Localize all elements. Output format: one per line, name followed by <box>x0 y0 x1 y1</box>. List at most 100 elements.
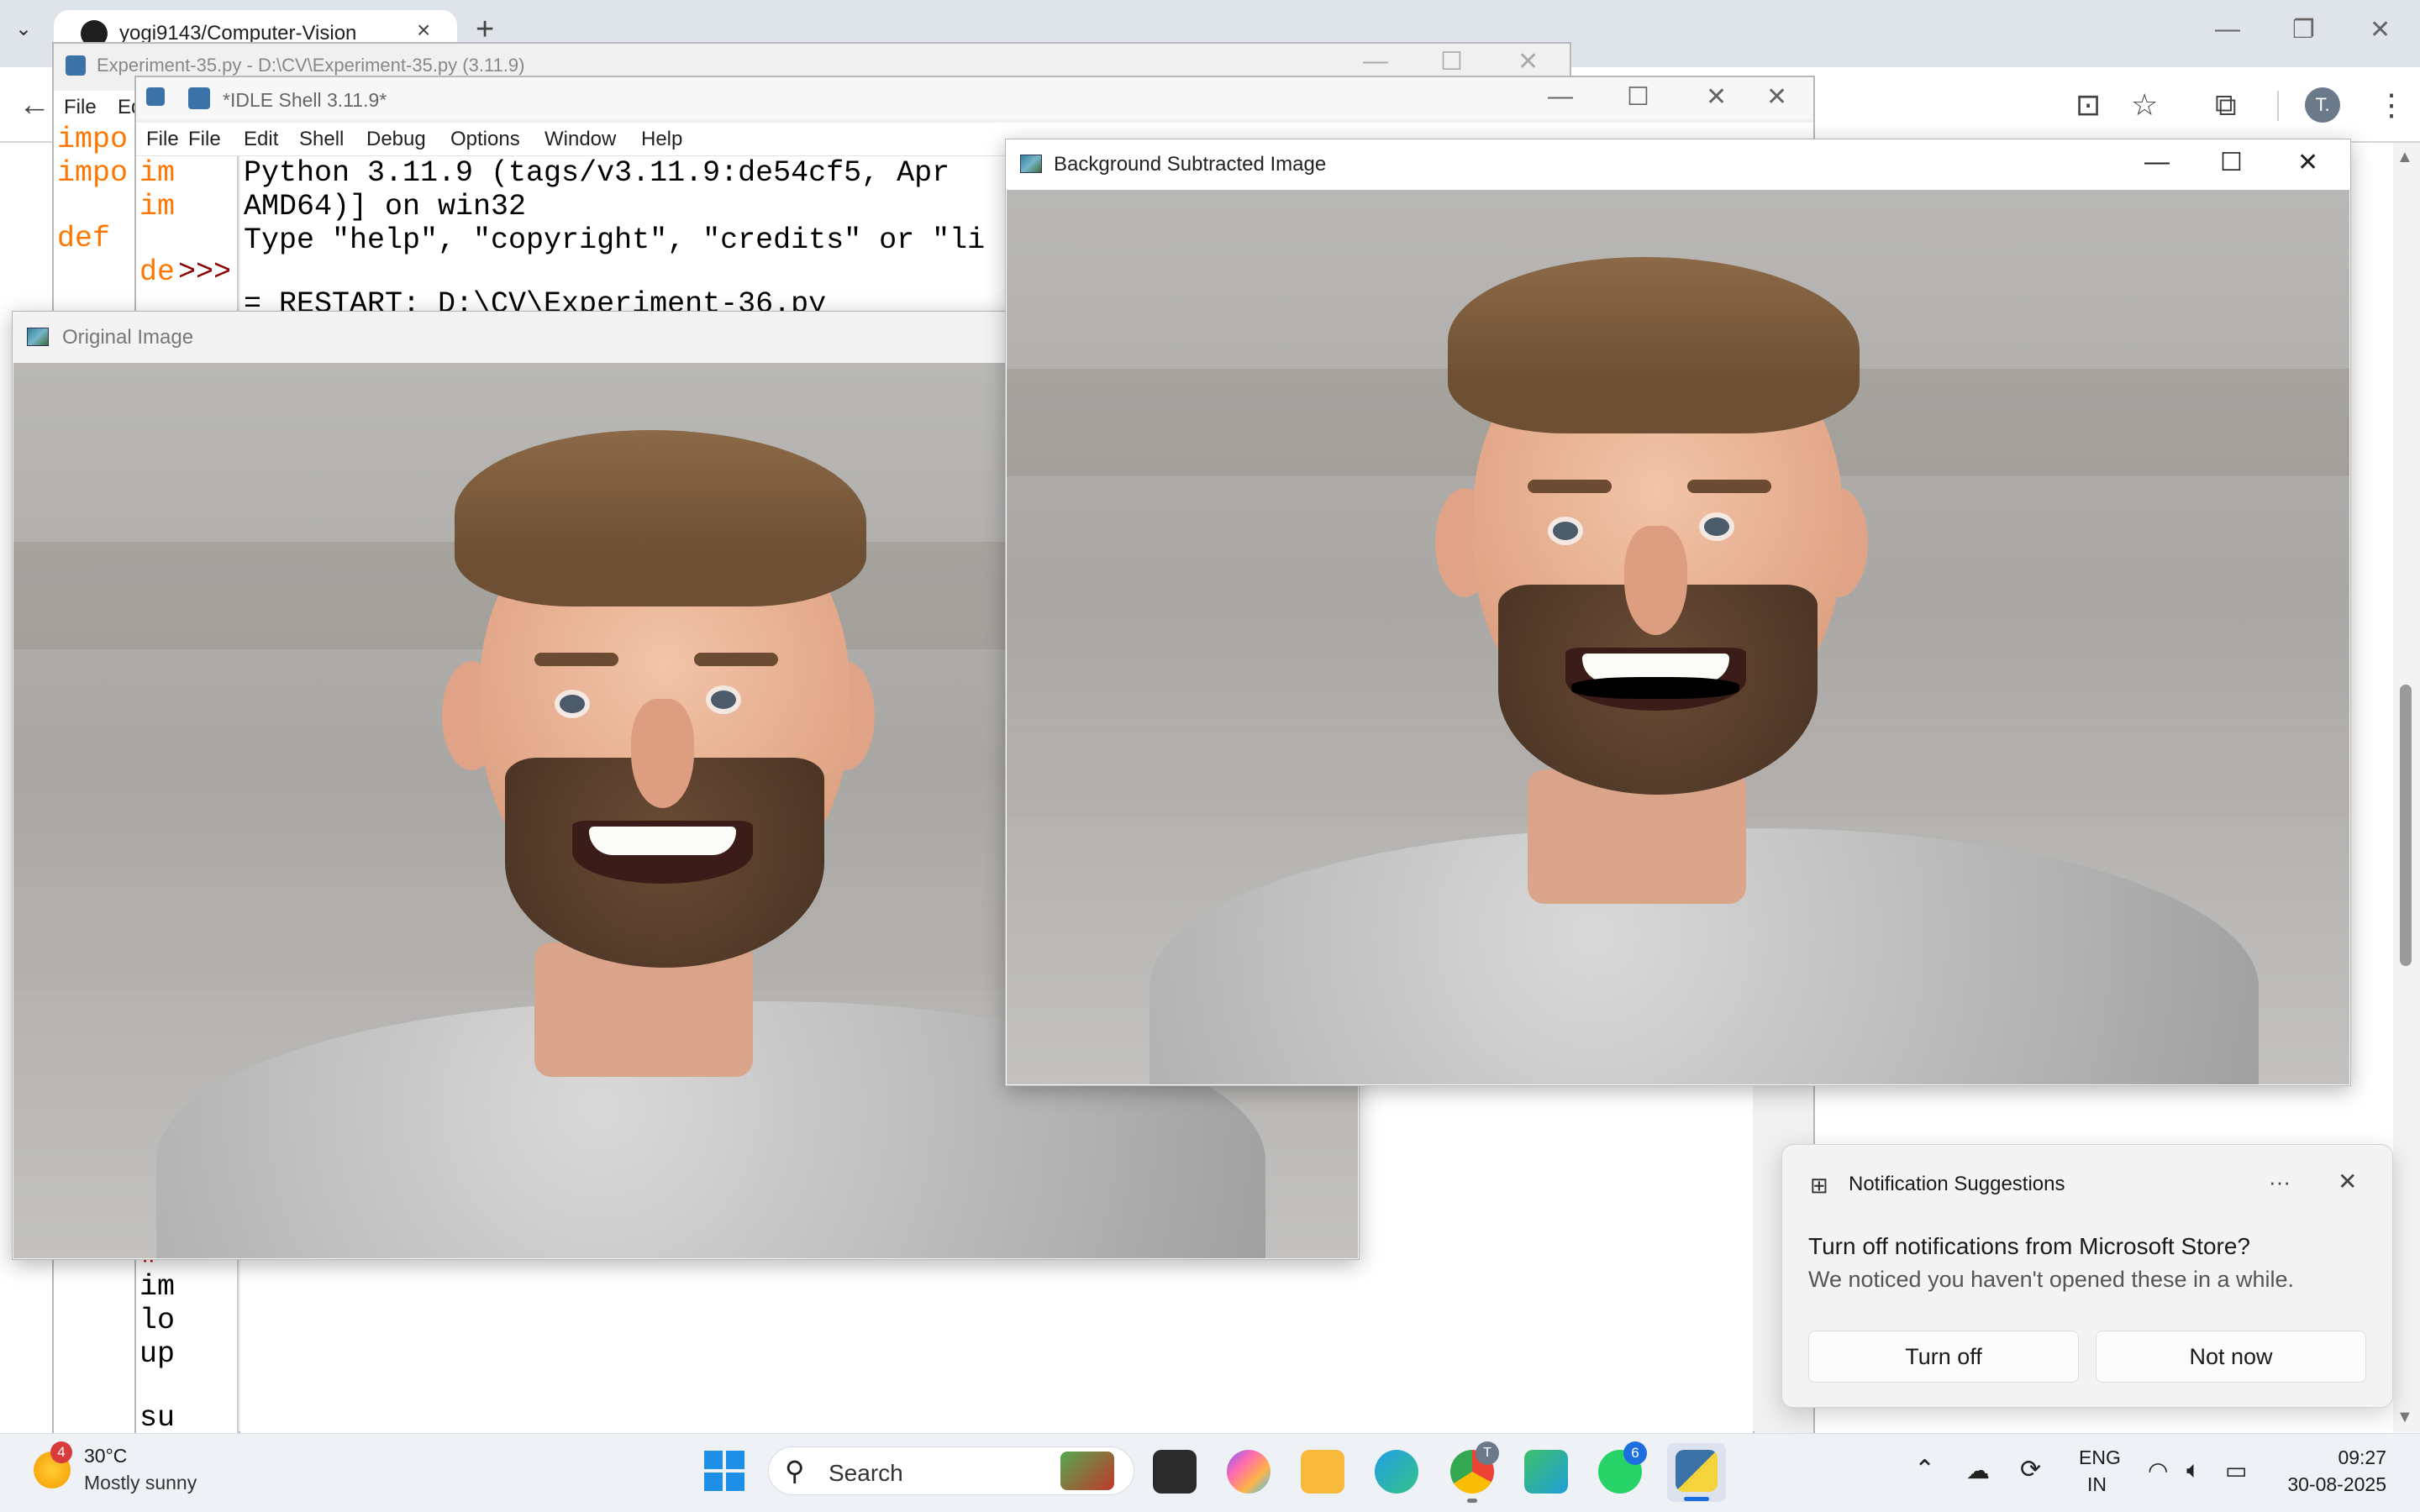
behind-window-close-button[interactable]: ✕ <box>1766 82 1787 112</box>
extensions-puzzle-icon[interactable]: ⧉ <box>2215 87 2237 123</box>
bgsub-close-button[interactable]: ✕ <box>2297 148 2318 177</box>
editor-code-line-1: impo <box>57 123 129 156</box>
back-arrow-icon[interactable]: ← <box>18 87 50 123</box>
notification-close-icon[interactable]: ✕ <box>2338 1168 2357 1195</box>
profile-avatar[interactable]: T. <box>2305 87 2340 123</box>
opencv-window-icon <box>27 328 49 346</box>
behind-code-bottom-2: im <box>139 1270 176 1304</box>
battery-icon[interactable]: ▭ <box>2225 1457 2247 1484</box>
language-indicator[interactable]: ENG <box>2079 1446 2121 1469</box>
notification-more-button[interactable]: ··· <box>2269 1169 2291 1195</box>
behind-code-line-1: im <box>139 156 176 190</box>
scroll-down-arrow-icon[interactable]: ▼ <box>2396 1408 2413 1427</box>
python-idle-icon <box>1676 1450 1718 1492</box>
right-eye <box>711 690 736 709</box>
python-icon <box>66 55 86 76</box>
right-eyebrow <box>694 653 778 666</box>
bgsub-maximize-button[interactable]: ☐ <box>2220 148 2243 177</box>
editor-restore-button[interactable]: ☐ <box>1440 47 1463 76</box>
tab-close-icon[interactable]: × <box>417 17 430 44</box>
shell-prompt: >>> <box>178 255 232 289</box>
shell-output-line-3: Type "help", "copyright", "credits" or "… <box>244 223 986 257</box>
bgsub-image-photo <box>1007 190 2349 1084</box>
editor-close-button[interactable]: ✕ <box>1518 47 1539 76</box>
menu-options[interactable]: Options <box>450 128 520 151</box>
input-region-indicator[interactable]: IN <box>2087 1473 2107 1496</box>
shell-output-line-1: Python 3.11.9 (tags/v3.11.9:de54cf5, Apr <box>244 156 950 190</box>
notification-bell-icon: ⊞ <box>1810 1173 1828 1198</box>
shell-output-line-2: AMD64)] on win32 <box>244 190 527 223</box>
python-icon <box>188 87 210 109</box>
menu-window[interactable]: Window <box>544 128 616 151</box>
not-now-button[interactable]: Not now <box>2096 1331 2366 1383</box>
clock-date[interactable]: 30-08-2025 <box>2269 1473 2386 1496</box>
edge-icon[interactable] <box>1375 1450 1418 1494</box>
turn-off-button[interactable]: Turn off <box>1808 1331 2079 1383</box>
left-eyebrow <box>1528 480 1612 493</box>
shell-close-button[interactable]: ✕ <box>1706 82 1727 112</box>
shell-minimize-button[interactable]: — <box>1548 82 1573 111</box>
install-app-icon[interactable]: ⊡ <box>2075 87 2101 123</box>
menu-shell[interactable]: Shell <box>299 128 344 151</box>
opencv-window-icon <box>1020 155 1042 173</box>
browser-restore-button[interactable]: ❐ <box>2292 15 2315 45</box>
sync-icon[interactable]: ⟳ <box>2020 1455 2041 1484</box>
behind-code-bottom-4: up <box>139 1337 176 1371</box>
tab-search-button[interactable]: ⌄ <box>15 17 32 41</box>
volume-icon[interactable]: 🔈︎ <box>2186 1457 2201 1484</box>
menu-edit[interactable]: Edit <box>244 128 278 151</box>
menu-debug[interactable]: Debug <box>366 128 426 151</box>
weather-temperature[interactable]: 30°C <box>84 1445 127 1467</box>
search-highlight-image <box>1060 1452 1114 1490</box>
clock-time[interactable]: 09:27 <box>2294 1446 2386 1469</box>
editor-window-title: Experiment-35.py - D:\CV\Experiment-35.p… <box>97 55 525 76</box>
behind-code-bottom-3: lo <box>139 1304 176 1337</box>
windows-start-icon[interactable] <box>704 1451 744 1491</box>
notification-body: We noticed you haven't opened these in a… <box>1808 1267 2295 1292</box>
chrome-profile-badge: T <box>1476 1441 1499 1465</box>
taskbar <box>0 1433 2420 1512</box>
left-eyebrow <box>534 653 618 666</box>
search-placeholder: Search <box>829 1460 903 1486</box>
toolbar-divider <box>2277 91 2279 121</box>
browser-minimize-button[interactable]: — <box>2215 15 2240 44</box>
python-icon <box>146 87 165 106</box>
menu-help[interactable]: Help <box>641 128 682 151</box>
subtraction-artifact <box>1571 677 1739 699</box>
copilot-icon[interactable] <box>1227 1450 1270 1494</box>
right-eye <box>1704 517 1729 536</box>
tray-overflow-chevron-icon[interactable]: ⌃ <box>1914 1455 1935 1484</box>
bgsub-minimize-button[interactable]: — <box>2144 148 2170 176</box>
bookmark-star-icon[interactable]: ☆ <box>2131 87 2158 123</box>
browser-close-button[interactable]: ✕ <box>2370 15 2391 45</box>
behind-code-line-3: de <box>139 255 176 289</box>
hair-shape <box>455 430 866 606</box>
nose-shape <box>631 699 694 808</box>
store-app-icon[interactable] <box>1524 1450 1568 1494</box>
shell-maximize-button[interactable]: ☐ <box>1627 82 1649 112</box>
behind-code-line-2: im <box>139 190 176 223</box>
file-explorer-icon[interactable] <box>1301 1450 1344 1494</box>
left-eye <box>560 695 585 713</box>
editor-minimize-button[interactable]: — <box>1363 47 1388 76</box>
teeth-shape <box>589 827 736 855</box>
notification-title: Turn off notifications from Microsoft St… <box>1808 1233 2250 1259</box>
menu-file[interactable]: File <box>188 128 221 151</box>
task-view-icon[interactable] <box>1153 1450 1197 1494</box>
left-eye <box>1553 522 1578 540</box>
weather-badge: 4 <box>50 1441 72 1463</box>
browser-scroll-thumb[interactable] <box>2400 685 2412 966</box>
nose-shape <box>1624 526 1687 635</box>
notification-header: Notification Suggestions <box>1849 1173 2065 1195</box>
onedrive-error-icon[interactable]: ☁ <box>1966 1457 1990 1484</box>
editor-menu-file[interactable]: File <box>64 96 97 119</box>
search-icon: ⚲ <box>785 1456 805 1486</box>
wifi-icon[interactable]: ◠ <box>2148 1457 2168 1484</box>
python-running-indicator <box>1684 1497 1709 1501</box>
behind-code-bottom-6: su <box>139 1401 176 1435</box>
menu-file-behind[interactable]: File <box>146 128 179 151</box>
bgsub-image-title: Background Subtracted Image <box>1054 153 1327 176</box>
weather-description[interactable]: Mostly sunny <box>84 1472 197 1494</box>
scroll-up-arrow-icon[interactable]: ▲ <box>2396 148 2413 167</box>
browser-menu-icon[interactable]: ⋮ <box>2376 87 2407 123</box>
